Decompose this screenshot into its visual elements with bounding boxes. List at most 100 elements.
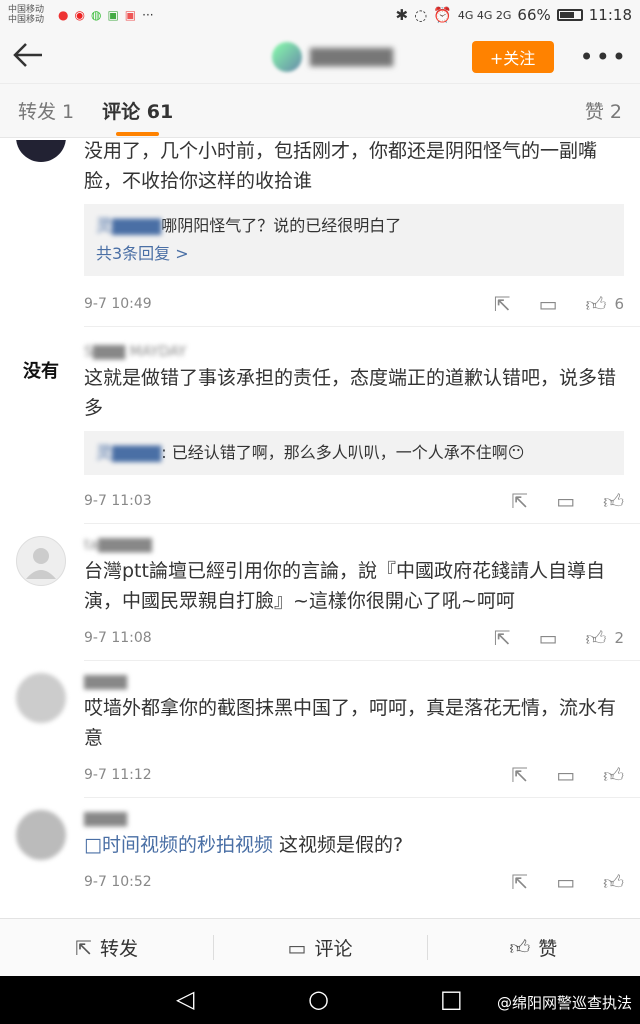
comment-actions: ⇱ ▭ 👍︎	[511, 489, 624, 514]
video-link[interactable]: □时间视频的秒拍视频	[84, 834, 273, 856]
comment-footer: 9-7 11:08 ⇱ ▭ 👍︎ 2	[84, 616, 624, 660]
avatar[interactable]	[16, 810, 66, 860]
thumbs-up-icon: 👍︎	[509, 935, 531, 959]
like-button[interactable]: 👍︎ 2	[586, 626, 624, 651]
thumbs-up-icon: 👍︎	[603, 488, 624, 513]
status-bar: 中国移动 中国移动 ● ◉ ◍ ▣ ▣ ··· ✱ ◌ ⏰ 4G 4G 2G 6…	[0, 0, 640, 30]
like-label: 赞	[538, 938, 558, 960]
carrier-2: 中国移动	[8, 15, 45, 25]
comment-text: 没用了，几个小时前，包括刚才，你都还是阴阳怪气的一副嘴脸，不收拾你这样的收拾谁	[84, 140, 598, 192]
repost-label: 转发	[100, 938, 139, 960]
share-icon: ⇱	[75, 935, 93, 960]
comment-item: ▇▇▇▇ 哎墙外都拿你的截图抹黑中国了，呵呵，真是落花无情，流水有意 9-7 1…	[0, 661, 640, 797]
comment-actions: ⇱ ▭ 👍︎ 6	[494, 292, 624, 317]
comment-author[interactable]: ▇▇▇▇	[84, 671, 624, 693]
default-avatar-icon	[26, 548, 56, 579]
comment-actions: ⇱ ▭ 👍︎ 2	[494, 626, 624, 651]
reply-text: : 已经认错了啊，那么多人叭叭，一个人承不住啊😶	[161, 443, 525, 462]
share-icon[interactable]: ⇱	[511, 489, 528, 513]
home-nav-icon[interactable]: ○	[308, 985, 329, 1013]
clock: 11:18	[588, 6, 632, 24]
tab-likes[interactable]: 赞 2	[585, 97, 622, 124]
watermark: @绵阳网警巡查执法	[496, 994, 632, 1012]
share-icon[interactable]: ⇱	[494, 626, 511, 650]
thumbs-up-icon: 👍︎	[603, 869, 624, 894]
carrier-1: 中国移动	[8, 5, 45, 15]
back-button[interactable]	[12, 40, 52, 74]
share-icon[interactable]: ⇱	[494, 292, 511, 316]
reply-icon[interactable]: ▭	[556, 489, 575, 513]
comment-author[interactable]: S▇▇▇ MAYDAY	[84, 341, 624, 363]
recents-nav-icon[interactable]: □	[440, 985, 463, 1013]
more-notifications-icon: ···	[142, 8, 154, 22]
author-name-blurred[interactable]: ▇▇▇▇▇▇	[310, 46, 393, 67]
network-indicator: 4G 4G 2G	[457, 8, 512, 22]
comment-time: 9-7 11:03	[84, 493, 152, 509]
mute-icon: ◌	[414, 6, 428, 24]
tab-repost[interactable]: 转发 1	[18, 97, 74, 124]
reply-icon[interactable]: ▭	[556, 763, 575, 787]
follow-button[interactable]: +关注	[471, 40, 554, 73]
bottom-action-bar: ⇱ 转发 ▭ 评论 👍︎ 赞	[0, 918, 640, 976]
avatar[interactable]	[16, 673, 66, 723]
comment-list[interactable]: 没用了，几个小时前，包括刚才，你都还是阴阳怪气的一副嘴脸，不收拾你这样的收拾谁 …	[0, 140, 640, 918]
avatar[interactable]	[16, 536, 66, 586]
like-button[interactable]: 👍︎	[603, 870, 624, 895]
like-count: 6	[614, 295, 624, 313]
reply-author[interactable]: 灵▇▇▇▇	[96, 443, 161, 462]
comment-text-tail: 这视频是假的?	[272, 834, 404, 856]
comment-footer: 9-7 11:12 ⇱ ▭ 👍︎	[84, 753, 624, 797]
like-button[interactable]: 👍︎ 6	[586, 292, 624, 317]
tab-comments[interactable]: 评论 61	[102, 97, 173, 136]
comment-button[interactable]: ▭ 评论	[213, 919, 426, 976]
reply-box[interactable]: 灵▇▇▇▇哪阴阳怪气了？说的已经很明白了 共3条回复 >	[84, 204, 624, 276]
share-icon[interactable]: ⇱	[511, 763, 528, 787]
comment-footer: 9-7 10:52 ⇱ ▭ 👍︎	[84, 860, 624, 904]
comment-actions: ⇱ ▭ 👍︎	[511, 763, 624, 788]
reply-icon[interactable]: ▭	[556, 870, 575, 894]
message-icon: ▣	[107, 8, 119, 22]
reply-box[interactable]: 灵▇▇▇▇: 已经认错了啊，那么多人叭叭，一个人承不住啊😶	[84, 431, 624, 475]
repost-button[interactable]: ⇱ 转发	[0, 919, 213, 976]
avatar[interactable]	[16, 140, 66, 162]
avatar[interactable]: 没有	[16, 345, 66, 395]
comment-time: 9-7 11:08	[84, 630, 152, 646]
reply-icon[interactable]: ▭	[539, 626, 558, 650]
comment-icon: ▭	[287, 935, 307, 960]
title-bar: ▇▇▇▇▇▇ +关注 •••	[0, 30, 640, 84]
comment-actions: ⇱ ▭ 👍︎	[511, 870, 624, 895]
author-avatar[interactable]	[272, 41, 302, 72]
comment-item: 没用了，几个小时前，包括刚才，你都还是阴阳怪气的一副嘴脸，不收拾你这样的收拾谁 …	[0, 140, 640, 326]
comment-text: 这就是做错了事该承担的责任，态度端正的道歉认错吧，说多错多	[84, 367, 617, 419]
like-post-button[interactable]: 👍︎ 赞	[426, 919, 640, 976]
arrow-left-icon	[13, 42, 42, 67]
comment-footer: 9-7 11:03 ⇱ ▭ 👍︎	[84, 479, 624, 523]
comment-label: 评论	[314, 938, 353, 960]
wechat-icon: ◍	[90, 8, 102, 22]
more-options-button[interactable]: •••	[580, 43, 628, 71]
thumbs-up-icon: 👍︎	[585, 291, 607, 316]
comment-item: ta▇▇▇▇▇ 台灣ptt論壇已經引用你的言論，說『中國政府花錢請人自導自演，中…	[0, 524, 640, 660]
comment-item: ▇▇▇▇ □时间视频的秒拍视频 这视频是假的? 9-7 10:52 ⇱ ▭ 👍︎	[0, 798, 640, 904]
comment-text: 台灣ptt論壇已經引用你的言論，說『中國政府花錢請人自導自演，中國民眾親自打臉』…	[84, 560, 605, 612]
status-right: ✱ ◌ ⏰ 4G 4G 2G 66% 11:18	[396, 6, 633, 24]
comment-footer: 9-7 10:49 ⇱ ▭ 👍︎ 6	[84, 282, 624, 326]
avatar-text: 没有	[23, 361, 59, 382]
back-nav-icon[interactable]: ◁	[176, 985, 194, 1013]
comment-author[interactable]: ▇▇▇▇	[84, 808, 624, 830]
like-button[interactable]: 👍︎	[603, 763, 624, 788]
battery-percent: 66%	[517, 6, 551, 24]
reply-author[interactable]: 灵▇▇▇▇	[96, 216, 161, 235]
reply-icon[interactable]: ▭	[539, 292, 558, 316]
more-replies-link[interactable]: 共3条回复 >	[96, 240, 612, 268]
battery-fill	[559, 12, 575, 18]
carrier-labels: 中国移动 中国移动	[8, 5, 52, 25]
comment-author[interactable]: ta▇▇▇▇▇	[84, 534, 624, 556]
share-icon[interactable]: ⇱	[511, 870, 528, 894]
comment-item: 没有 S▇▇▇ MAYDAY 这就是做错了事该承担的责任，态度端正的道歉认错吧，…	[0, 327, 640, 523]
comment-time: 9-7 10:49	[84, 296, 152, 312]
bluetooth-icon: ✱	[395, 6, 409, 24]
battery-icon	[556, 9, 583, 21]
like-button[interactable]: 👍︎	[603, 489, 624, 514]
comment-time: 9-7 11:12	[84, 767, 152, 783]
